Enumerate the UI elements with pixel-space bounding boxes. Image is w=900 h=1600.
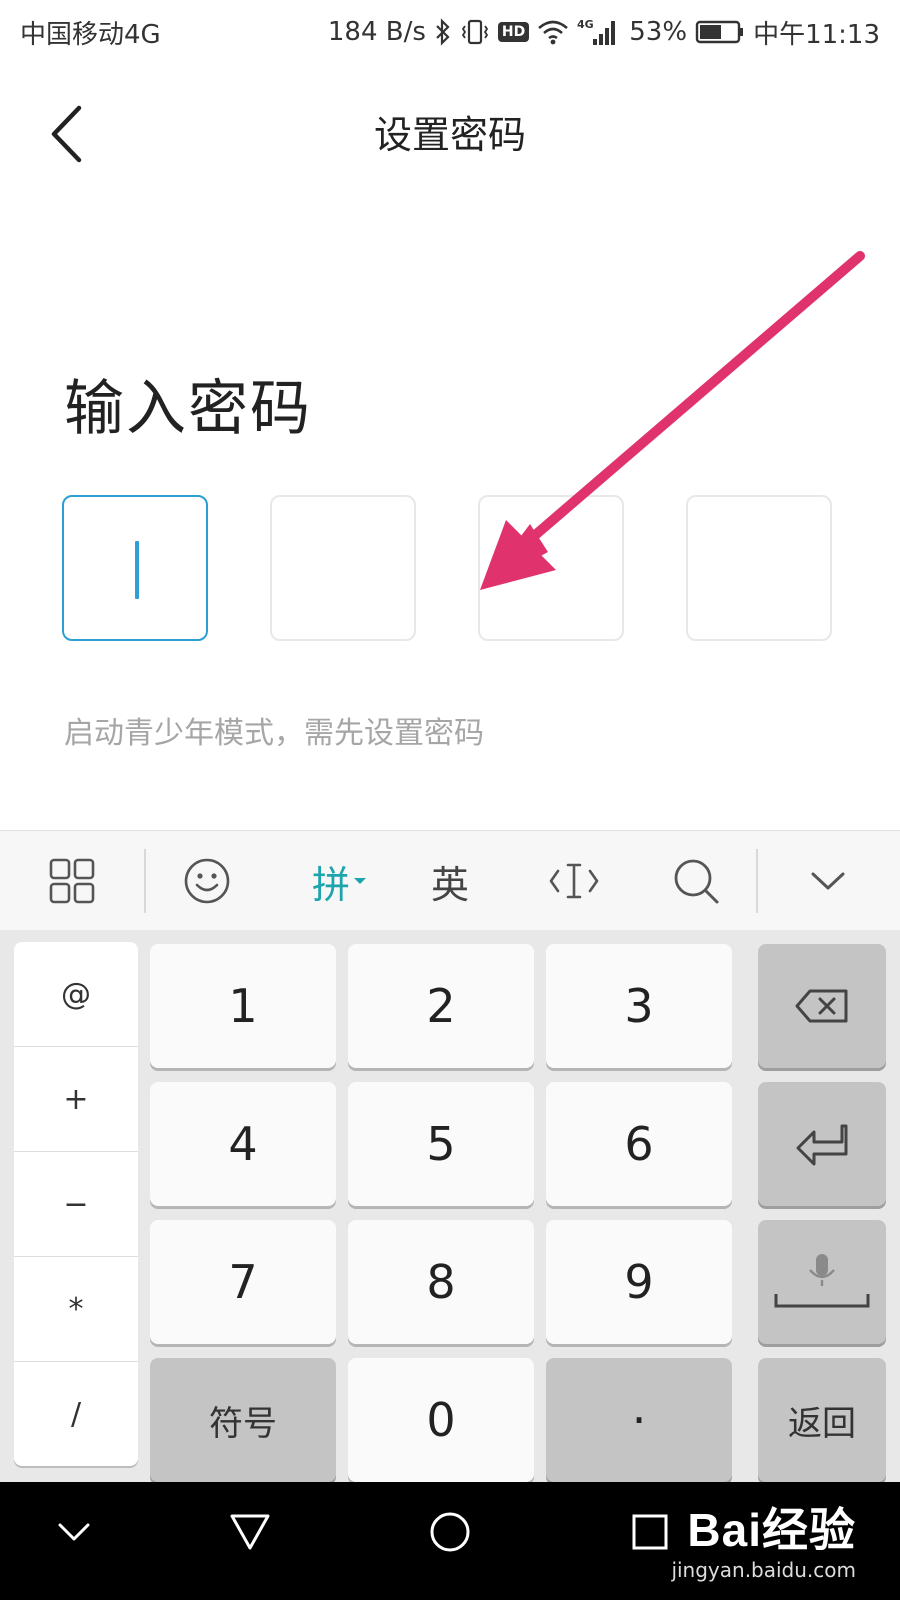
key-4[interactable]: 4 [150,1082,336,1206]
status-bar: 中国移动4G 184 B/s HD 4G 53% 中午11:13 [0,0,900,64]
hint-text: 启动青少年模式，需先设置密码 [64,716,484,751]
pinyin-mode-button[interactable]: 拼 [290,831,390,931]
baidu-jingyan-watermark: Bai经验 jingyan.baidu.com [671,1494,856,1582]
back-triangle-icon[interactable] [200,1482,300,1582]
symbol-key-minus[interactable]: − [14,1152,138,1256]
clock: 中午11:13 [753,19,880,50]
search-icon[interactable] [646,831,746,931]
enter-key[interactable] [758,1082,886,1206]
bluetooth-icon [434,18,452,46]
symbol-column[interactable]: @ + − * / [14,942,138,1466]
number-keypad: @ + − * / 1 2 3 4 5 6 7 8 9 符号 0 · 返回 [0,930,900,1482]
watermark-logo: Bai经验 [687,1504,856,1556]
network-type-label: 4G [577,18,594,31]
pin-input-row[interactable] [62,495,842,645]
status-icons: 184 B/s HD 4G 53% 中午11:13 [328,14,880,51]
hide-icon[interactable] [24,1482,124,1582]
symbol-key-slash[interactable]: / [14,1362,138,1466]
key-8[interactable]: 8 [348,1220,534,1344]
pin-digit-box-3[interactable] [478,495,624,641]
cursor-move-icon[interactable] [524,831,624,931]
symbol-key-plus[interactable]: + [14,1047,138,1151]
hd-icon: HD [497,22,530,42]
emoji-icon[interactable] [162,831,252,931]
key-5[interactable]: 5 [348,1082,534,1206]
key-1[interactable]: 1 [150,944,336,1068]
battery-icon [695,19,745,45]
english-mode-button[interactable]: 英 [400,831,500,931]
pin-digit-box-1[interactable] [62,495,208,641]
system-nav-bar: Bai经验 jingyan.baidu.com [0,1482,900,1600]
carrier-name: 中国移动4G [20,19,161,50]
return-key[interactable]: 返回 [758,1358,886,1482]
pin-digit-box-2[interactable] [270,495,416,641]
net-speed: 184 B/s [327,17,426,47]
header: 设置密码 [0,64,900,204]
key-3[interactable]: 3 [546,944,732,1068]
text-cursor [135,541,139,599]
vibrate-icon [460,18,490,46]
key-7[interactable]: 7 [150,1220,336,1344]
enter-icon [796,1124,848,1166]
toolbar-divider [144,849,146,913]
symbols-key[interactable]: 符号 [150,1358,336,1482]
toolbar-divider [756,849,758,913]
battery-percent: 53% [629,17,688,47]
pin-digit-box-4[interactable] [686,495,832,641]
english-label: 英 [430,862,469,907]
watermark-url: jingyan.baidu.com [671,1558,856,1582]
backspace-key[interactable] [758,944,886,1068]
page-title: 设置密码 [373,113,526,157]
key-2[interactable]: 2 [348,944,534,1068]
enter-password-heading: 输入密码 [64,374,312,444]
backspace-icon [795,989,848,1023]
caret-down-icon [354,878,366,884]
voice-space-key[interactable] [758,1220,886,1344]
symbol-key-asterisk[interactable]: * [14,1257,138,1361]
keyboard-toolbar: 拼 英 [0,830,900,930]
voice-space-icon [774,1254,870,1308]
home-circle-icon[interactable] [400,1482,500,1582]
wifi-icon [537,19,569,45]
pinyin-label: 拼 [311,862,350,907]
symbol-key-at[interactable]: @ [14,942,138,1046]
collapse-keyboard-icon[interactable] [778,831,878,931]
dot-key[interactable]: · [546,1358,732,1482]
key-9[interactable]: 9 [546,1220,732,1344]
key-6[interactable]: 6 [546,1082,732,1206]
signal-icon: 4G [577,17,621,47]
key-0[interactable]: 0 [348,1358,534,1482]
grid-menu-icon[interactable] [30,831,114,931]
